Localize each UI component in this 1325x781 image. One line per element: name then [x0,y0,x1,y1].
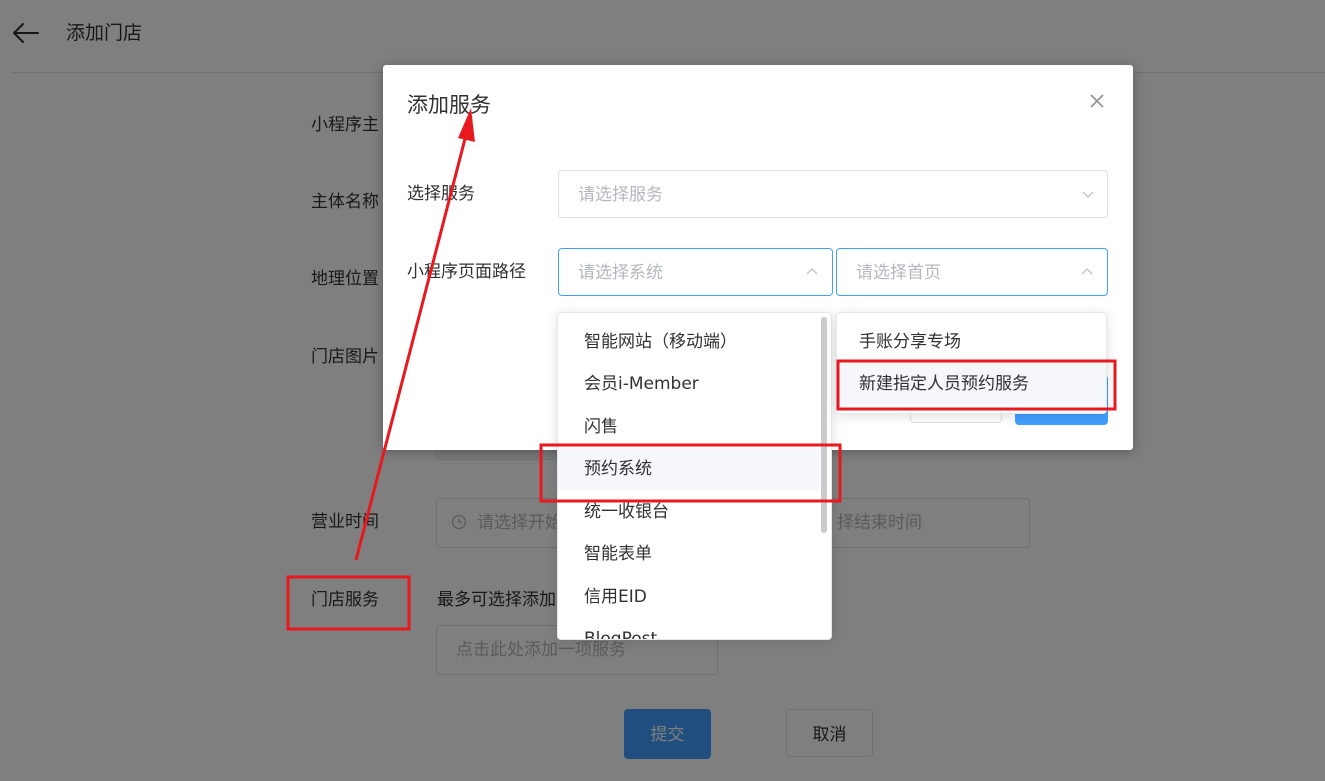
home-page-select-placeholder: 请选择首页 [856,263,941,283]
dropdown-option[interactable]: 闪售 [558,406,819,448]
system-dropdown: 智能网站（移动端） 会员i-Member 闪售 预约系统 统一收银台 智能表单 … [557,312,832,640]
dropdown-option-selected[interactable]: 新建指定人员预约服务 [837,363,1106,405]
home-page-select[interactable]: 请选择首页 [836,248,1108,296]
service-select-placeholder: 请选择服务 [578,185,663,205]
dropdown-option[interactable]: 智能表单 [558,533,819,575]
system-select-placeholder: 请选择系统 [578,263,663,283]
home-page-dropdown: 手账分享专场 新建指定人员预约服务 [836,312,1107,414]
dialog-title: 添加服务 [407,93,491,117]
system-select[interactable]: 请选择系统 [558,248,833,296]
dropdown-option[interactable]: 智能网站（移动端） [558,321,819,363]
dropdown-option[interactable]: 信用EID [558,576,819,618]
dropdown-option[interactable]: 会员i-Member [558,363,819,405]
page-path-label: 小程序页面路径 [407,262,526,282]
chevron-down-icon [1082,191,1094,198]
service-select[interactable]: 请选择服务 [558,170,1108,218]
chevron-up-icon [806,268,818,275]
service-select-label: 选择服务 [407,184,475,204]
dropdown-option-selected[interactable]: 预约系统 [558,448,819,490]
chevron-up-icon [1081,268,1093,275]
dropdown-scrollbar[interactable] [821,317,827,533]
close-icon[interactable] [1085,89,1109,113]
dropdown-option[interactable]: BlogPost [558,618,819,639]
dropdown-option[interactable]: 统一收银台 [558,491,819,533]
dropdown-option[interactable]: 手账分享专场 [837,321,1106,363]
